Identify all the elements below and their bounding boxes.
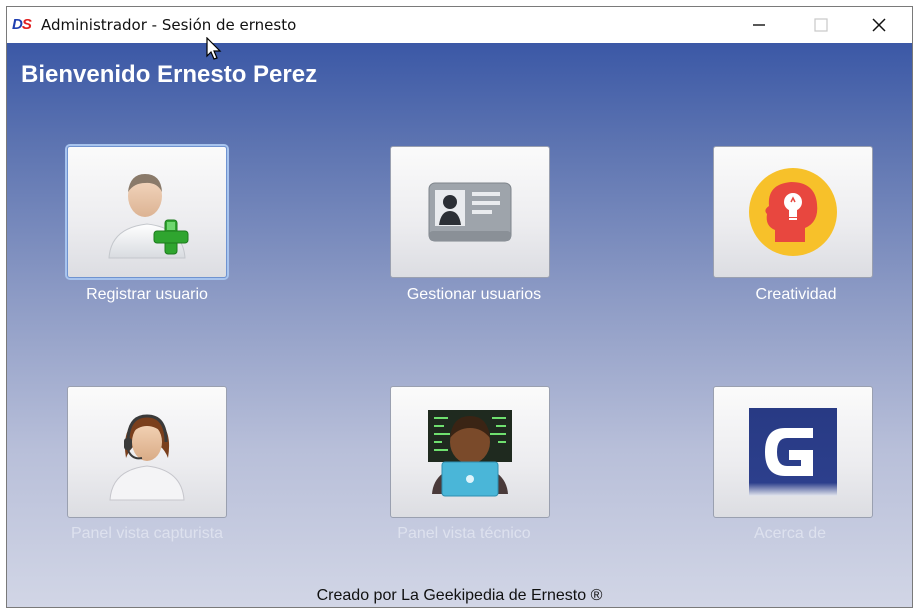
about-logo-icon <box>749 408 837 496</box>
maximize-button[interactable] <box>798 7 844 43</box>
creativity-head-icon <box>749 168 837 256</box>
register-user-button[interactable] <box>67 146 227 278</box>
close-button[interactable] <box>856 7 902 43</box>
title-bar[interactable]: DS Administrador - Sesión de ernesto <box>7 7 912 43</box>
operator-headset-icon <box>109 414 185 501</box>
technician-screen-icon <box>428 410 512 497</box>
maximize-icon <box>814 18 828 32</box>
close-icon <box>872 18 886 32</box>
window-title: Administrador - Sesión de ernesto <box>41 16 297 34</box>
creativity-button[interactable] <box>713 146 873 278</box>
main-panel: Bienvenido Ernesto Perez Registrar usuar… <box>7 43 912 607</box>
about-label: Acerca de <box>753 525 827 542</box>
minimize-button[interactable] <box>736 7 782 43</box>
mouse-cursor-icon <box>206 37 222 60</box>
add-user-icon <box>108 174 189 259</box>
manage-users-button[interactable] <box>390 146 550 278</box>
technician-panel-button[interactable] <box>390 386 550 518</box>
about-button[interactable] <box>713 386 873 518</box>
manage-users-label: Gestionar usuarios <box>406 286 542 303</box>
register-user-label: Registrar usuario <box>86 286 208 303</box>
minimize-icon <box>753 24 765 26</box>
id-card-icon <box>428 182 512 242</box>
creativity-label: Creatividad <box>755 286 837 303</box>
app-logo-icon: DS <box>12 16 32 33</box>
footer-credit: Creado por La Geekipedia de Ernesto ® <box>316 587 603 604</box>
welcome-heading: Bienvenido Ernesto Perez <box>21 61 318 88</box>
technician-panel-label: Panel vista técnico <box>397 525 531 542</box>
capturist-panel-button[interactable] <box>67 386 227 518</box>
capturist-panel-label: Panel vista capturista <box>70 525 224 542</box>
app-window: DS Administrador - Sesión de ernesto Bie… <box>6 6 913 608</box>
